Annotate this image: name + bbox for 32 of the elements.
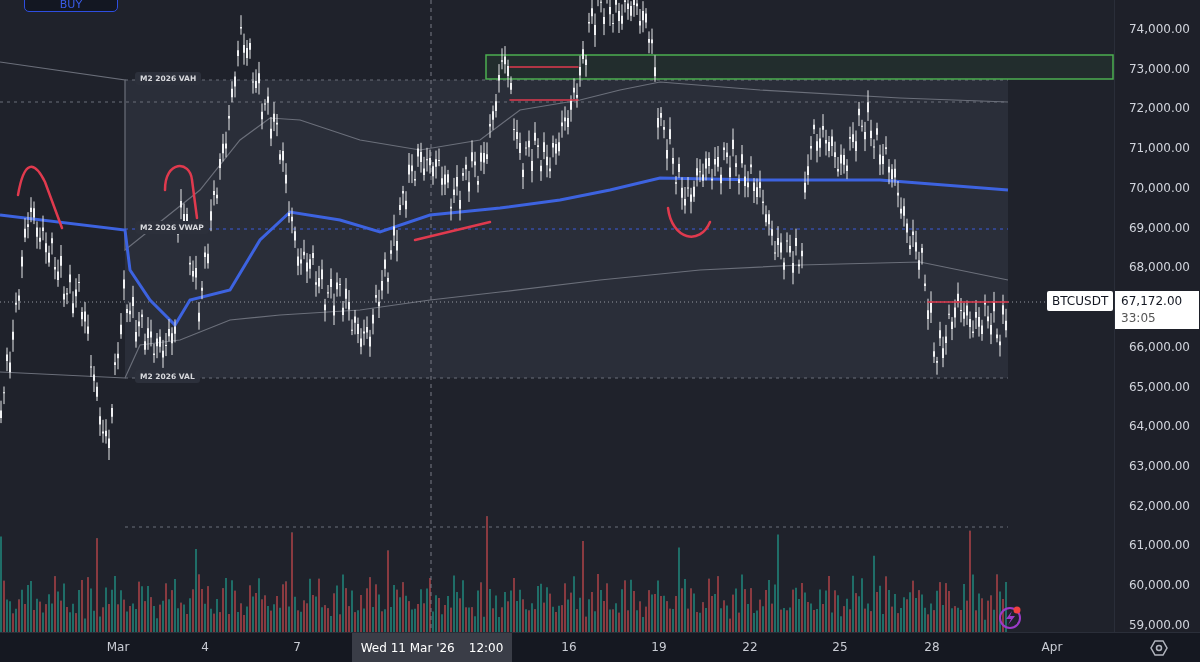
crosshair-date: Wed 11 Mar '26 [360, 640, 455, 655]
last-price: 67,172.00 [1121, 293, 1184, 310]
date-tick: 7 [293, 640, 301, 654]
price-tick: 71,000.00 [1128, 141, 1190, 156]
date-tick: Mar [106, 640, 130, 654]
date-tick: 25 [832, 640, 848, 654]
price-tick: 60,000.00 [1128, 578, 1190, 593]
date-tick: 22 [742, 640, 758, 654]
price-tick: 63,000.00 [1128, 459, 1190, 473]
date-tick: 4 [201, 640, 209, 654]
price-tick: 69,000.00 [1128, 220, 1190, 235]
date-tick: 16 [561, 640, 577, 654]
symbol-tag: BTCUSDT [1047, 291, 1114, 311]
price-tick: 66,000.00 [1128, 339, 1190, 354]
price-tick: 59,000.00 [1128, 617, 1190, 632]
price-tick: 68,000.00 [1128, 260, 1190, 275]
crosshair-time: 12:00 [468, 640, 504, 655]
date-tick: 19 [651, 640, 667, 654]
price-axis[interactable]: 74,000.00 73,000.00 72,000.00 71,000.00 70,000.00 69,000.00 68,000.00 66,000.00 65,000.00 64,000.00 63,000.00 62,000.00 61,000.00 60,000.00 59,000.00 67,172.00 33:05 [1114, 0, 1200, 632]
price-tick: 65,000.00 [1128, 379, 1190, 394]
settings-icon[interactable] [1150, 639, 1168, 657]
price-tick: 62,000.00 [1128, 498, 1190, 513]
price-tick: 73,000.00 [1128, 61, 1190, 76]
date-tick: Apr [1041, 640, 1063, 654]
price-tick: 70,000.00 [1128, 180, 1190, 195]
price-tick: 74,000.00 [1128, 22, 1190, 36]
lightning-icon[interactable] [999, 606, 1021, 629]
countdown: 33:05 [1121, 310, 1157, 327]
price-tick: 64,000.00 [1128, 419, 1190, 434]
price-tick: 72,000.00 [1128, 101, 1190, 116]
date-tick: 28 [924, 640, 940, 654]
price-tick: 61,000.00 [1128, 538, 1190, 553]
